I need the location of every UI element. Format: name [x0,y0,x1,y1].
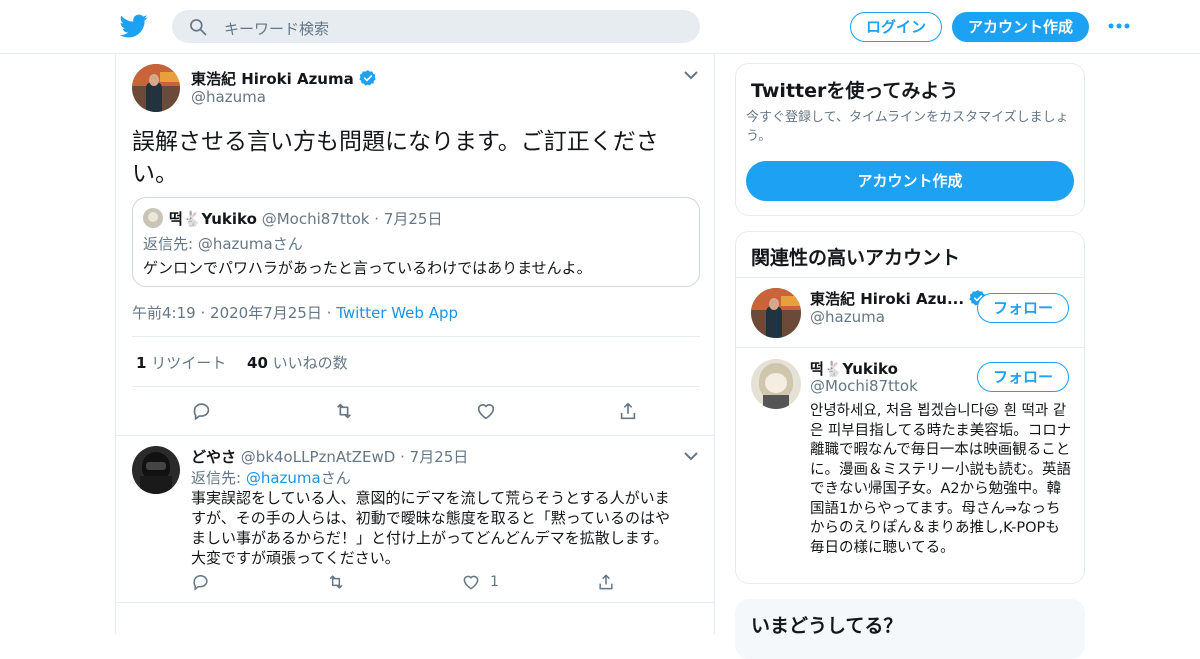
reply-icon[interactable] [191,400,213,422]
reply-like-count: 1 [490,574,499,590]
tweet-source[interactable]: Twitter Web App [336,304,458,322]
tweet-column: 東浩紀 Hiroki Azuma @hazuma 誤解させる言い方も問題になりま… [115,54,715,634]
whats-happening-card: いまどうしてる？ [735,599,1085,659]
reply-text: 事実誤認をしている人、意図的にデマを流して荒らそうとする人がいますが、その手の人… [191,489,670,567]
related-bio: 안녕하세요, 처음 뵙겠습니다😃 흰 떡과 같은 피부目指してる時たま美容垢。コ… [810,403,1072,556]
search-input[interactable]: キーワード検索 [224,18,329,39]
login-button[interactable]: ログイン [850,12,942,42]
reply-handle[interactable]: @bk4oLLPznAtZEwD [241,448,396,466]
retweet-icon[interactable] [333,400,355,422]
separator-dot: · [200,304,206,322]
divider [132,386,700,387]
retweet-icon[interactable] [326,572,346,592]
share-icon[interactable] [617,400,639,422]
share-icon[interactable] [596,572,616,592]
divider [736,277,1084,278]
related-name[interactable]: 東浩紀 Hiroki Azu... [810,288,987,309]
separator-dot: · [400,448,405,466]
author-name[interactable]: 東浩紀 Hiroki Azuma [191,68,377,89]
related-avatar[interactable] [751,359,801,409]
tweet-text: 誤解させる言い方も問題になります。ご訂正ください。 [132,129,659,187]
reply-icon[interactable] [191,572,211,592]
search-icon [190,19,207,36]
reply-to-suffix: さん [272,235,303,253]
quote-header: 떡🐇Yukiko @Mochi87ttok · 7月25日 [169,208,442,229]
reply-to-handle: @hazuma [197,235,273,253]
reply-to-label: 返信先: [191,469,246,487]
quote-date: 7月25日 [383,210,443,228]
like-count: 40 [247,354,268,372]
signup-card-title: Twitterを使ってみよう [751,80,959,102]
quoted-tweet[interactable]: 떡🐇Yukiko @Mochi87ttok · 7月25日 返信先: @hazu… [132,197,700,287]
reply-to-label: 返信先: [143,235,198,253]
reply-to-handle[interactable]: @hazuma [246,469,321,487]
like-icon[interactable] [475,400,497,422]
chevron-down-icon[interactable] [684,451,698,461]
tweet-meta: 午前4:19 · 2020年7月25日 · Twitter Web App [132,302,458,323]
whats-happening-title: いまどうしてる？ [751,615,903,637]
retweet-label: リツイート [151,354,227,372]
related-handle[interactable]: @hazuma [810,308,885,326]
quote-text: ゲンロンでパワハラがあったと言っているわけではありませんよ。 [143,259,592,277]
retweet-stat[interactable]: 1 リツイート [136,354,226,372]
related-accounts-card: 関連性の高いアカウント 東浩紀 Hiroki Azu... @hazuma フォ… [735,231,1085,584]
signup-card-button[interactable]: アカウント作成 [746,161,1074,201]
chevron-down-icon[interactable] [684,70,698,80]
reply-date[interactable]: 7月25日 [410,448,469,466]
reply-to-suffix: さん [320,469,351,487]
quote-handle: @Mochi87ttok [261,210,370,228]
tweet-date[interactable]: 2020年7月25日 [210,304,322,322]
tweet-time[interactable]: 午前4:19 [132,304,196,322]
separator-dot: · [326,304,332,322]
follow-button[interactable]: フォロー [977,293,1069,323]
signup-card-desc: 今すぐ登録して、タイムラインをカスタマイズしましょう。 [746,110,1069,144]
related-handle[interactable]: @Mochi87ttok [810,377,918,395]
divider [116,602,714,603]
author-handle[interactable]: @hazuma [191,88,266,106]
retweet-count: 1 [136,354,147,372]
reply-name[interactable]: どやさ [191,448,236,466]
author-avatar[interactable] [132,64,180,112]
related-title: 関連性の高いアカウント [751,247,961,269]
separator-dot: · [374,210,380,228]
tweet-stats: 1 リツイート 40 いいねの数 [136,352,348,373]
twitter-logo-icon[interactable] [120,12,148,40]
quote-avatar [143,208,163,228]
divider [736,347,1084,348]
related-name[interactable]: 떡🐇Yukiko [810,358,898,379]
reply-header: どやさ @bk4oLLPznAtZEwD · 7月25日 [191,446,468,467]
divider [116,435,714,436]
related-avatar[interactable] [751,288,801,338]
search-box[interactable]: キーワード検索 [172,10,700,43]
quote-name: 떡🐇Yukiko [169,210,257,228]
more-dots-icon[interactable] [1107,18,1131,34]
signup-card: Twitterを使ってみよう 今すぐ登録して、タイムラインをカスタマイズしましょ… [735,63,1085,216]
quote-reply-to: 返信先: @hazumaさん [143,233,303,254]
follow-button[interactable]: フォロー [977,362,1069,392]
reply-avatar[interactable] [132,446,180,494]
top-bar: キーワード検索 ログイン アカウント作成 [0,0,1200,54]
signup-button[interactable]: アカウント作成 [952,12,1089,42]
verified-badge-icon [359,70,376,86]
like-icon[interactable] [461,572,481,592]
reply-to-line: 返信先: @hazumaさん [191,467,351,488]
divider [132,336,700,337]
like-stat[interactable]: 40 いいねの数 [247,354,348,372]
like-label: いいねの数 [272,354,348,372]
